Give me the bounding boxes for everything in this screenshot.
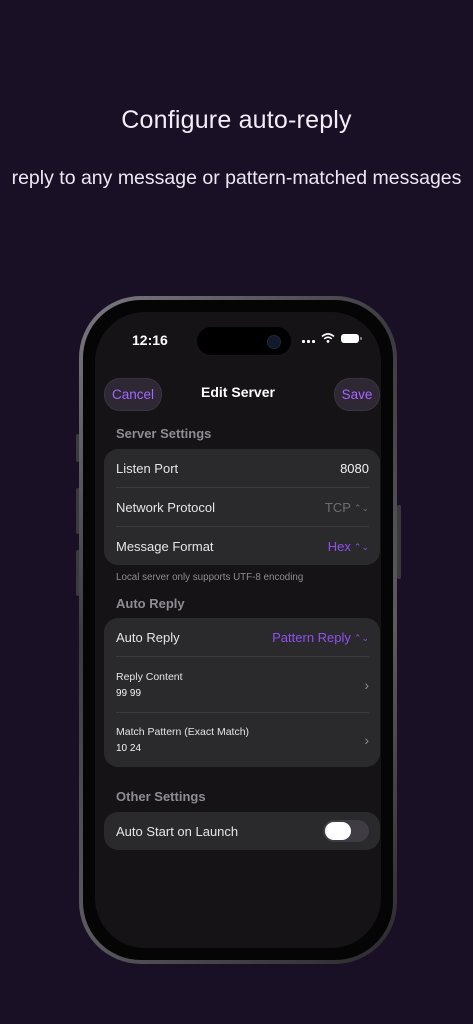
encoding-footnote: Local server only supports UTF-8 encodin… <box>116 572 304 583</box>
network-protocol-label: Network Protocol <box>116 499 215 515</box>
auto-reply-mode-label: Auto Reply <box>116 629 180 645</box>
toggle-knob <box>325 822 351 840</box>
network-protocol-value: TCP <box>324 499 351 515</box>
section-header-other: Other Settings <box>116 789 206 804</box>
message-format-label: Message Format <box>116 538 214 554</box>
up-down-chevron-icon: ⌃⌄ <box>353 541 369 552</box>
listen-port-label: Listen Port <box>116 460 179 476</box>
auto-reply-mode-picker[interactable]: Pattern Reply ⌃⌄ <box>272 630 369 645</box>
listen-port-row[interactable]: Listen Port 8080 <box>116 449 369 487</box>
message-format-row[interactable]: Message Format Hex ⌃⌄ <box>116 527 369 565</box>
network-protocol-row[interactable]: Network Protocol TCP ⌃⌄ <box>116 488 369 526</box>
message-format-value: Hex <box>327 538 351 554</box>
dynamic-island <box>197 327 291 355</box>
camera-icon <box>267 335 281 349</box>
phone-bezel: 12:16 Cancel Edit Server Save Server Set… <box>83 300 393 960</box>
section-header-server: Server Settings <box>116 426 212 441</box>
signal-icon <box>302 333 315 343</box>
chevron-right-icon: › <box>364 732 369 748</box>
power-button <box>397 505 401 579</box>
section-header-auto-reply: Auto Reply <box>116 596 185 611</box>
match-pattern-value: 10 24 <box>116 743 142 754</box>
match-pattern-row[interactable]: Match Pattern (Exact Match) 10 24 › <box>116 713 369 767</box>
promo-subline: reply to any message or pattern-matched … <box>11 167 462 189</box>
auto-start-toggle[interactable] <box>323 820 369 842</box>
status-icons <box>302 333 362 343</box>
server-settings-group: Listen Port 8080 Network Protocol TCP ⌃⌄ … <box>104 449 380 565</box>
message-format-picker[interactable]: Hex ⌃⌄ <box>328 539 369 554</box>
reply-content-value: 99 99 <box>116 687 142 699</box>
auto-reply-mode-row[interactable]: Auto Reply Pattern Reply ⌃⌄ <box>116 618 369 656</box>
reply-content-label: Reply Content <box>116 670 183 683</box>
phone-screen: 12:16 Cancel Edit Server Save Server Set… <box>95 312 381 948</box>
match-pattern-text: Match Pattern (Exact Match) 10 24 <box>116 726 249 754</box>
up-down-chevron-icon: ⌃⌄ <box>353 502 369 513</box>
network-protocol-picker[interactable]: TCP ⌃⌄ <box>325 500 369 515</box>
listen-port-value[interactable]: 8080 <box>340 461 369 476</box>
phone-frame: 12:16 Cancel Edit Server Save Server Set… <box>79 296 397 964</box>
reply-content-row[interactable]: Reply Content 99 99 › <box>116 657 369 712</box>
status-time: 12:16 <box>132 332 168 348</box>
auto-start-row: Auto Start on Launch <box>116 812 369 850</box>
battery-icon <box>341 333 362 343</box>
save-button[interactable]: Save <box>334 378 380 411</box>
chevron-right-icon: › <box>364 676 369 693</box>
up-down-chevron-icon: ⌃⌄ <box>353 632 369 643</box>
other-settings-group: Auto Start on Launch <box>104 812 380 850</box>
promo-headline: Configure auto-reply <box>121 106 352 134</box>
reply-content-text: Reply Content 99 99 <box>116 671 183 699</box>
auto-start-label: Auto Start on Launch <box>116 823 239 839</box>
auto-reply-mode-value: Pattern Reply <box>272 629 351 645</box>
wifi-icon <box>321 333 335 343</box>
match-pattern-label: Match Pattern (Exact Match) <box>116 726 250 738</box>
auto-reply-group: Auto Reply Pattern Reply ⌃⌄ Reply Content… <box>104 618 380 767</box>
